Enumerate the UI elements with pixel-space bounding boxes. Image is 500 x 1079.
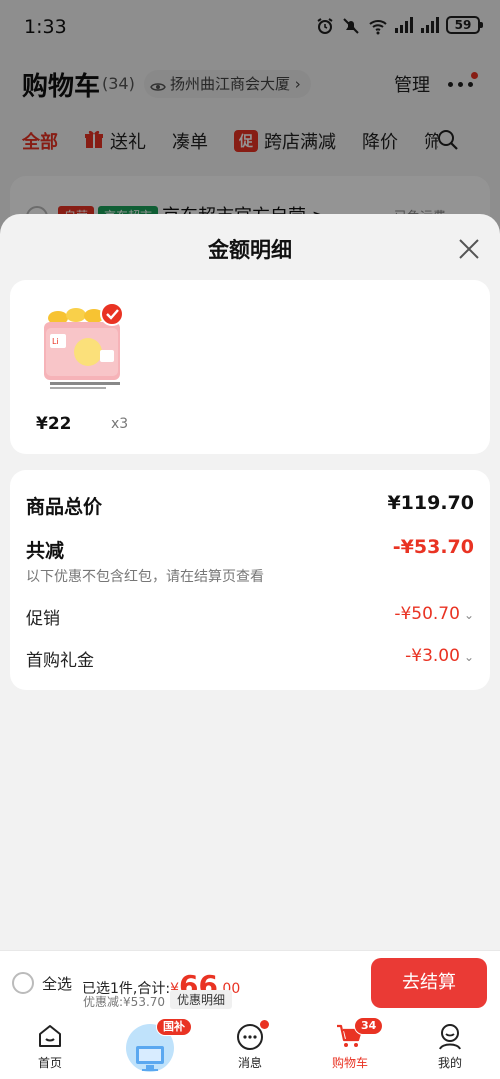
product-card: Li ¥22 x3 <box>10 280 490 454</box>
price-detail-sheet: 金额明细 Li ¥22 x3 商品总价 ¥119.70 共减 -¥53.70 以… <box>0 214 500 950</box>
amount-detail-card: 商品总价 ¥119.70 共减 -¥53.70 以下优惠不包含红包，请在结算页查… <box>10 470 490 690</box>
tab-home-label: 首页 <box>37 1056 62 1070</box>
select-all-label[interactable]: 全选 <box>42 973 72 994</box>
first-purchase-gift-row[interactable]: -¥3.00 ⌄ <box>405 646 474 666</box>
profile-icon <box>439 1024 461 1050</box>
svg-text:Li: Li <box>52 337 59 346</box>
select-all-radio[interactable] <box>12 972 34 994</box>
discount-amount: 优惠减:¥53.70 <box>83 995 166 1009</box>
promotion-label: 促销 <box>26 609 60 629</box>
tab-national-subsidy[interactable]: 国补 <box>100 1014 200 1079</box>
total-price-label: 商品总价 <box>26 496 103 518</box>
chevron-down-icon: ⌄ <box>463 608 474 622</box>
message-dot-badge <box>260 1020 269 1029</box>
checkout-bar: 全选 已选1件,合计:¥66.00 优惠减:¥53.70 优惠明细 去结算 <box>0 950 500 1014</box>
total-reduction-value: -¥53.70 <box>392 536 474 558</box>
dim-overlay[interactable] <box>0 0 500 240</box>
tab-profile[interactable]: 我的 <box>400 1014 500 1079</box>
product-quantity: x3 <box>111 416 129 432</box>
promotion-value: -¥50.70 <box>394 604 460 624</box>
selected-check-icon <box>100 302 124 326</box>
tab-messages-label: 消息 <box>237 1056 262 1070</box>
tab-profile-label: 我的 <box>437 1056 462 1070</box>
tab-cart[interactable]: 34 购物车 <box>300 1014 400 1079</box>
subsidy-badge: 国补 <box>156 1018 192 1036</box>
total-reduction-label: 共减 <box>26 540 65 562</box>
chevron-down-icon: ⌄ <box>463 650 474 664</box>
tab-home[interactable]: 首页 <box>0 1014 100 1079</box>
total-price-value: ¥119.70 <box>387 492 474 514</box>
tab-messages[interactable]: 消息 <box>200 1014 300 1079</box>
first-purchase-gift-value: -¥3.00 <box>405 646 460 666</box>
product-price: ¥22 <box>36 414 72 434</box>
tab-cart-label: 购物车 <box>331 1056 368 1070</box>
cart-count-badge: 34 <box>354 1017 384 1035</box>
reduction-note: 以下优惠不包含红包，请在结算页查看 <box>26 569 264 585</box>
promotion-row[interactable]: -¥50.70 ⌄ <box>394 604 474 624</box>
sheet-title: 金额明细 <box>208 238 292 262</box>
close-icon[interactable] <box>456 236 482 262</box>
bottom-tab-bar: 首页 国补 消息 34 购物车 我的 <box>0 1014 500 1079</box>
first-purchase-gift-label: 首购礼金 <box>26 651 94 671</box>
checkout-button[interactable]: 去结算 <box>371 958 487 1008</box>
home-icon <box>39 1025 61 1047</box>
discount-detail-button[interactable]: 优惠明细 <box>170 990 233 1009</box>
